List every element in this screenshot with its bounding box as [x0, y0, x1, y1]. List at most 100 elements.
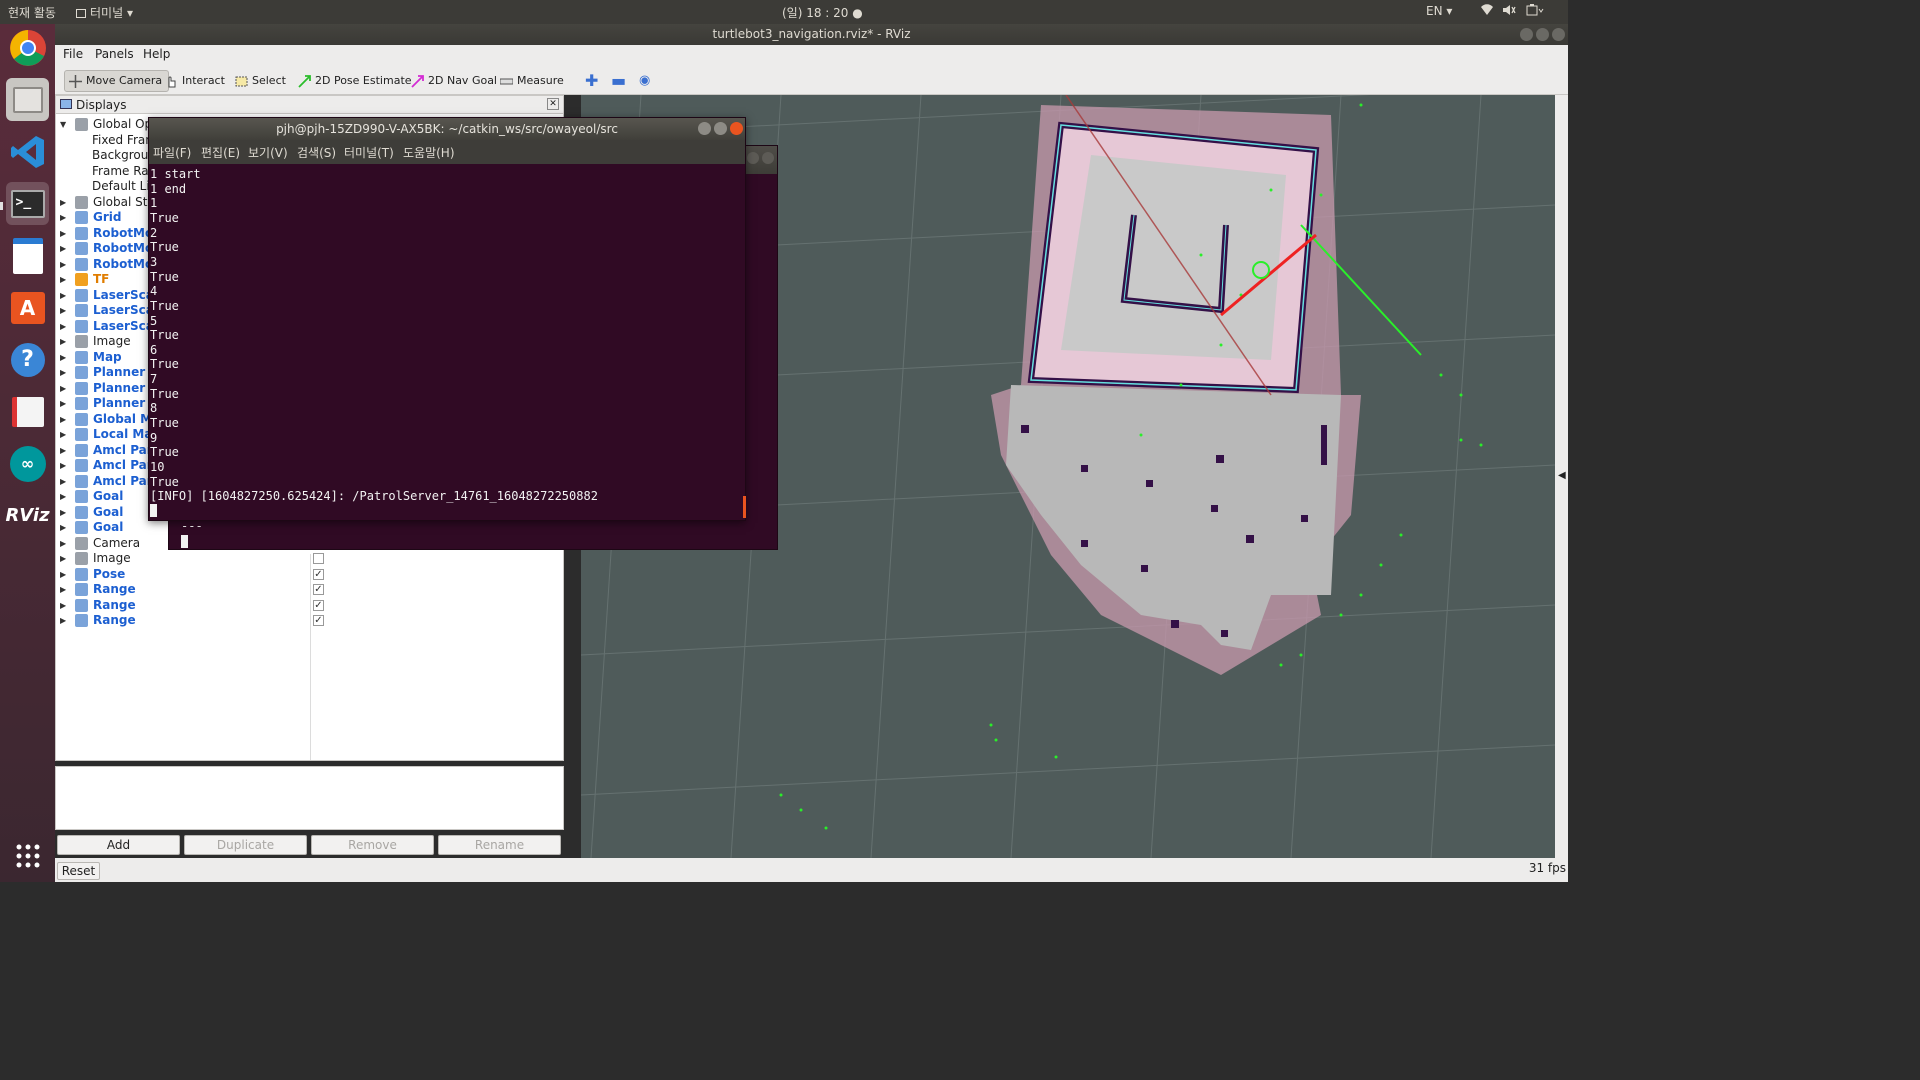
terminal-app-icon	[76, 9, 86, 18]
close-button[interactable]	[1552, 28, 1565, 41]
terminal-menu-item[interactable]: 보기(V)	[248, 141, 288, 165]
battery-icon[interactable]	[1526, 4, 1544, 19]
add-tool-icon[interactable]: ✚	[581, 70, 604, 92]
green-arrow-icon	[298, 74, 311, 88]
terminal-menu-item[interactable]: 검색(S)	[297, 141, 336, 165]
display-enabled-checkbox[interactable]: ✓	[313, 568, 324, 580]
expand-arrow-right-icon[interactable]: ▶	[60, 489, 68, 504]
files-icon[interactable]	[6, 78, 49, 121]
display-item[interactable]: ▶ Range ✓	[56, 613, 556, 628]
software-center-icon[interactable]: A	[6, 286, 49, 329]
display-enabled-checkbox[interactable]: ✓	[313, 599, 324, 611]
expand-arrow-right-icon[interactable]: ▶	[60, 613, 68, 628]
terminal-maximize-button[interactable]	[714, 122, 727, 135]
help-icon[interactable]: ?	[6, 338, 49, 381]
writer-icon[interactable]	[6, 234, 49, 277]
display-type-icon	[75, 614, 88, 627]
expand-arrow-right-icon[interactable]: ▶	[60, 350, 68, 365]
expand-arrow-right-icon[interactable]: ▶	[60, 412, 68, 427]
wifi-icon[interactable]	[1481, 4, 1493, 19]
expand-arrow-right-icon[interactable]: ▶	[60, 567, 68, 582]
measure-tool[interactable]: Measure	[496, 70, 570, 92]
terminal-menu-item[interactable]: 터미널(T)	[344, 141, 394, 165]
expand-arrow-right-icon[interactable]: ▶	[60, 319, 68, 334]
display-item[interactable]: ▶ Pose ✓	[56, 567, 556, 582]
window-title-bar[interactable]: turtlebot3_navigation.rviz* - RViz	[55, 24, 1568, 45]
remove-button[interactable]: Remove	[311, 835, 434, 855]
volume-muted-icon[interactable]	[1502, 4, 1516, 19]
show-applications-icon[interactable]	[6, 834, 49, 877]
bg-terminal-close-button[interactable]	[762, 152, 774, 164]
reset-button[interactable]: Reset	[57, 862, 100, 880]
expand-arrow-right-icon[interactable]: ▶	[60, 288, 68, 303]
terminal-close-button[interactable]	[730, 122, 743, 135]
expand-arrow-right-icon[interactable]: ▶	[60, 396, 68, 411]
viewport-side-handle[interactable]: ◀	[1555, 95, 1568, 858]
expand-arrow-right-icon[interactable]: ▶	[60, 598, 68, 613]
expand-arrow-right-icon[interactable]: ▶	[60, 210, 68, 225]
terminal-line: True	[150, 328, 179, 343]
expand-arrow-right-icon[interactable]: ▶	[60, 443, 68, 458]
add-button[interactable]: Add	[57, 835, 180, 855]
terminal-menu-item[interactable]: 편집(E)	[201, 141, 240, 165]
expand-arrow-right-icon[interactable]: ▶	[60, 303, 68, 318]
expand-arrow-right-icon[interactable]: ▶	[60, 272, 68, 287]
expand-arrow-right-icon[interactable]: ▶	[60, 334, 68, 349]
display-enabled-checkbox[interactable]: ✓	[313, 615, 324, 626]
app-menu[interactable]: 터미널 ▾	[76, 4, 133, 21]
move-camera-tool[interactable]: Move Camera	[64, 70, 170, 92]
expand-arrow-right-icon[interactable]: ▶	[60, 536, 68, 551]
terminal-minimize-button[interactable]	[698, 122, 711, 135]
expand-arrow-right-icon[interactable]: ▶	[60, 226, 68, 241]
bg-terminal-minimize-button[interactable]	[747, 152, 759, 164]
vscode-icon[interactable]	[6, 130, 49, 173]
display-item-label: Local Ma	[93, 427, 153, 441]
select-tool[interactable]: Select	[231, 70, 292, 92]
terminal-icon[interactable]: >_	[6, 182, 49, 225]
terminal-scrollbar[interactable]	[743, 496, 746, 518]
terminal-output[interactable]: 1 start 1 end 1 True 2 True 3 True 4 True 5 True 6 Tr…	[149, 166, 746, 520]
text-editor-icon[interactable]	[6, 390, 49, 433]
duplicate-button[interactable]: Duplicate	[184, 835, 307, 855]
language-indicator[interactable]: EN ▾	[1426, 4, 1452, 18]
expand-arrow-right-icon[interactable]: ▶	[60, 458, 68, 473]
expand-arrow-right-icon[interactable]: ▶	[60, 551, 68, 566]
display-item[interactable]: ▶ Image	[56, 551, 556, 566]
expand-arrow-right-icon[interactable]: ▶	[60, 520, 68, 535]
clock[interactable]: (일) 18 : 20 ●	[782, 4, 863, 21]
interact-tool[interactable]: Interact	[161, 70, 231, 92]
expand-arrow-right-icon[interactable]: ▶	[60, 582, 68, 597]
remove-tool-icon[interactable]: ▬	[607, 70, 632, 92]
terminal-window[interactable]: pjh@pjh-15ZD990-V-AX5BK: ~/catkin_ws/src…	[148, 117, 746, 521]
menu-help[interactable]: Help	[143, 47, 170, 61]
menu-panels[interactable]: Panels	[95, 47, 134, 61]
maximize-button[interactable]	[1536, 28, 1549, 41]
activities-button[interactable]: 현재 활동	[8, 4, 56, 21]
expand-arrow-right-icon[interactable]: ▶	[60, 195, 68, 210]
expand-arrow-right-icon[interactable]: ▶	[60, 381, 68, 396]
minimize-button[interactable]	[1520, 28, 1533, 41]
expand-arrow-right-icon[interactable]: ▶	[60, 241, 68, 256]
arduino-icon[interactable]: ∞	[6, 442, 49, 485]
expand-arrow-down-icon[interactable]: ▼	[60, 117, 68, 132]
tool-properties-icon[interactable]: ◉	[635, 70, 656, 92]
rename-button[interactable]: Rename	[438, 835, 561, 855]
expand-arrow-right-icon[interactable]: ▶	[60, 257, 68, 272]
terminal-titlebar[interactable]: pjh@pjh-15ZD990-V-AX5BK: ~/catkin_ws/src…	[149, 118, 745, 140]
rviz-icon[interactable]: RViz	[5, 494, 49, 537]
expand-arrow-right-icon[interactable]: ▶	[60, 365, 68, 380]
terminal-menu-item[interactable]: 도움말(H)	[403, 141, 455, 165]
menu-file[interactable]: File	[63, 47, 83, 61]
pose-estimate-tool[interactable]: 2D Pose Estimate	[294, 70, 418, 92]
panel-close-icon[interactable]: ✕	[547, 98, 559, 110]
expand-arrow-right-icon[interactable]: ▶	[60, 505, 68, 520]
nav-goal-tool[interactable]: 2D Nav Goal	[407, 70, 503, 92]
expand-arrow-right-icon[interactable]: ▶	[60, 427, 68, 442]
display-item[interactable]: ▶ Range ✓	[56, 598, 556, 613]
chrome-icon[interactable]	[6, 26, 49, 69]
display-enabled-checkbox[interactable]	[313, 553, 324, 564]
display-enabled-checkbox[interactable]: ✓	[313, 584, 324, 595]
expand-arrow-right-icon[interactable]: ▶	[60, 474, 68, 489]
terminal-menu-item[interactable]: 파일(F)	[153, 141, 191, 165]
display-item[interactable]: ▶ Range ✓	[56, 582, 556, 597]
